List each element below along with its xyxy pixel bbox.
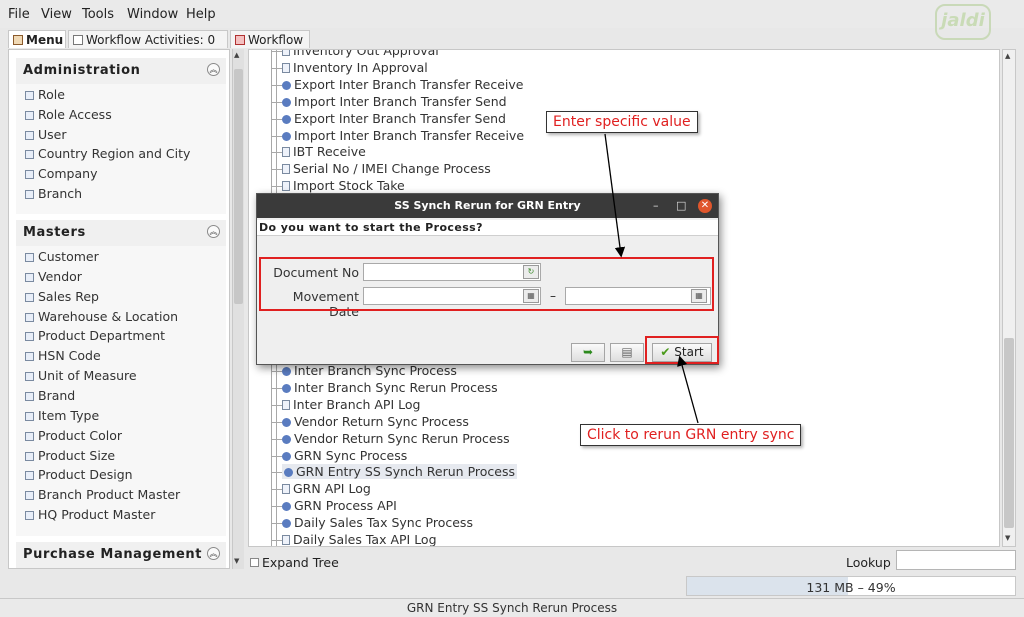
annotation-arrows (604, 133, 699, 424)
arrow-to-start (677, 355, 699, 424)
arrow-to-fields (604, 133, 626, 258)
callout-click-rerun: Click to rerun GRN entry sync (580, 424, 802, 446)
callout-enter-value: Enter specific value (546, 111, 698, 133)
